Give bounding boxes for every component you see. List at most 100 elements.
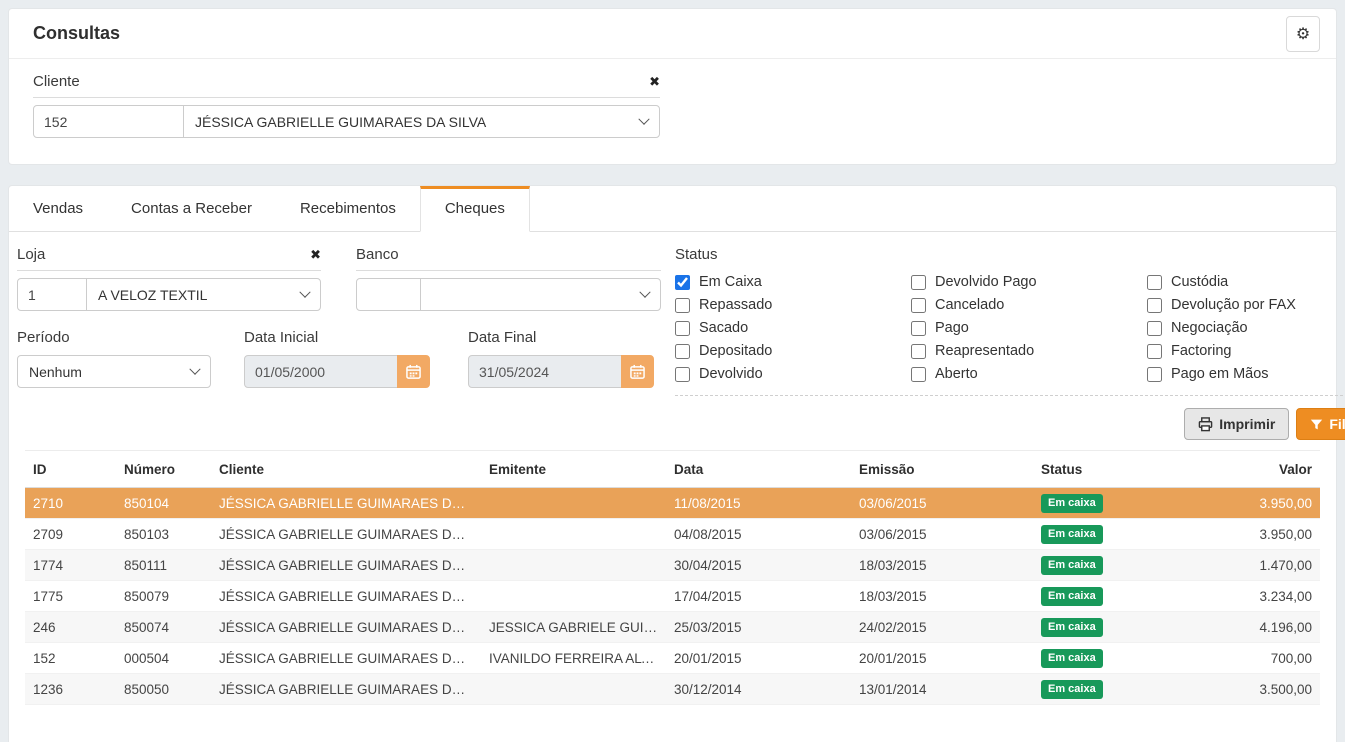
page-title: Consultas [33, 23, 120, 44]
settings-button[interactable]: ⚙ [1286, 16, 1320, 52]
status-column: Devolvido Pago Cancelado Pago Reapresent… [911, 274, 1147, 382]
status-checkbox-item[interactable]: Repassado [675, 297, 911, 313]
status-checkbox[interactable] [1147, 298, 1162, 313]
status-checkbox[interactable] [911, 321, 926, 336]
status-label: Status [675, 246, 1345, 263]
status-checkbox-item[interactable]: Aberto [911, 366, 1147, 382]
cell-emitente [481, 519, 666, 550]
status-checkbox[interactable] [675, 344, 690, 359]
loja-code-input[interactable] [17, 278, 87, 311]
status-checkbox[interactable] [1147, 321, 1162, 336]
status-checkbox-label: Devolvido Pago [935, 274, 1037, 290]
column-header-status: Status [1033, 451, 1166, 488]
data-final-calendar-button[interactable] [621, 355, 654, 388]
status-checkbox-item[interactable]: Pago [911, 320, 1147, 336]
status-checkbox-label: Aberto [935, 366, 978, 382]
status-checkbox-item[interactable]: Custódia [1147, 274, 1345, 290]
cell-emitente [481, 581, 666, 612]
cell-status: Em caixa [1033, 674, 1166, 705]
status-checkbox[interactable] [1147, 275, 1162, 290]
cell-status: Em caixa [1033, 488, 1166, 519]
loja-inputs: A VELOZ TEXTIL [17, 278, 321, 311]
tab-contas-a-receber[interactable]: Contas a Receber [107, 186, 276, 232]
status-checkbox-item[interactable]: Devolução por FAX [1147, 297, 1345, 313]
cell-emissao: 13/01/2014 [851, 674, 1033, 705]
loja-name-select[interactable]: A VELOZ TEXTIL [86, 278, 321, 311]
status-checkbox-item[interactable]: Cancelado [911, 297, 1147, 313]
panel-body: Cliente ✖ JÉSSICA GABRIELLE GUIMARAES DA… [9, 59, 1336, 164]
status-checkbox[interactable] [911, 344, 926, 359]
column-header-valor: Valor [1166, 451, 1320, 488]
banco-inputs [356, 278, 661, 311]
cheques-table: IDNúmeroClienteEmitenteDataEmissãoStatus… [25, 450, 1320, 705]
status-checkbox-label: Pago [935, 320, 969, 336]
tab-label: Vendas [33, 200, 83, 217]
cliente-name-select[interactable]: JÉSSICA GABRIELLE GUIMARAES DA SILVA [183, 105, 660, 138]
status-checkbox-label: Repassado [699, 297, 772, 313]
table-row[interactable]: 2709 850103 JÉSSICA GABRIELLE GUIMARAES … [25, 519, 1320, 550]
tab-recebimentos[interactable]: Recebimentos [276, 186, 420, 232]
data-final-label: Data Final [468, 329, 655, 346]
tab-bar: Vendas Contas a ReceberRecebimentosCheque… [9, 186, 1336, 232]
cell-emitente: IVANILDO FERREIRA ALVES FI... [481, 643, 666, 674]
data-final-input[interactable] [468, 355, 622, 388]
table-row[interactable]: 246 850074 JÉSSICA GABRIELLE GUIMARAES D… [25, 612, 1320, 643]
table-row[interactable]: 2710 850104 JÉSSICA GABRIELLE GUIMARAES … [25, 488, 1320, 519]
data-inicial-calendar-button[interactable] [397, 355, 430, 388]
status-badge: Em caixa [1041, 494, 1103, 513]
status-checkbox[interactable] [675, 321, 690, 336]
panel-header: Consultas ⚙ [9, 9, 1336, 59]
cell-data: 17/04/2015 [666, 581, 851, 612]
tab-cheques[interactable]: Cheques [420, 186, 530, 232]
tab-vendas[interactable]: Vendas [9, 186, 107, 232]
status-checkbox-item[interactable]: Pago em Mãos [1147, 366, 1345, 382]
data-inicial-input-group [244, 355, 431, 388]
banco-name-select[interactable] [420, 278, 661, 311]
column-header-número: Número [116, 451, 211, 488]
table-row[interactable]: 1775 850079 JÉSSICA GABRIELLE GUIMARAES … [25, 581, 1320, 612]
loja-group-head: Loja ✖ [17, 246, 321, 271]
status-checkbox-item[interactable]: Depositado [675, 343, 911, 359]
status-checkbox-label: Reapresentado [935, 343, 1034, 359]
status-checkbox-label: Devolvido [699, 366, 763, 382]
filter-area: Loja ✖ A VELOZ TEXTIL [17, 246, 1328, 440]
filtrar-button[interactable]: Filtrar [1296, 408, 1345, 440]
status-checkbox-item[interactable]: Em Caixa [675, 274, 911, 290]
status-checkbox[interactable] [911, 367, 926, 382]
periodo-select[interactable]: Nenhum [17, 355, 211, 388]
status-checkbox[interactable] [675, 275, 690, 290]
status-checkbox-item[interactable]: Devolvido [675, 366, 911, 382]
table-row[interactable]: 152 000504 JÉSSICA GABRIELLE GUIMARAES D… [25, 643, 1320, 674]
cell-data: 20/01/2015 [666, 643, 851, 674]
status-checkbox[interactable] [911, 298, 926, 313]
status-checkbox[interactable] [675, 298, 690, 313]
status-checkbox-item[interactable]: Reapresentado [911, 343, 1147, 359]
status-checkbox-item[interactable]: Devolvido Pago [911, 274, 1147, 290]
filter-row-1: Loja ✖ A VELOZ TEXTIL [17, 246, 661, 311]
status-checkbox-label: Sacado [699, 320, 748, 336]
status-checkbox[interactable] [1147, 367, 1162, 382]
status-checkbox[interactable] [911, 275, 926, 290]
cell-valor: 4.196,00 [1166, 612, 1320, 643]
table-row[interactable]: 1774 850111 JÉSSICA GABRIELLE GUIMARAES … [25, 550, 1320, 581]
cliente-clear-icon[interactable]: ✖ [649, 75, 660, 88]
status-checkbox[interactable] [675, 367, 690, 382]
status-checkbox[interactable] [1147, 344, 1162, 359]
data-inicial-input[interactable] [244, 355, 398, 388]
banco-code-input[interactable] [356, 278, 421, 311]
loja-clear-icon[interactable]: ✖ [310, 248, 321, 261]
status-checkbox-item[interactable]: Factoring [1147, 343, 1345, 359]
status-columns: Em Caixa Repassado Sacado Depositado Dev… [675, 274, 1345, 382]
status-column: Em Caixa Repassado Sacado Depositado Dev… [675, 274, 911, 382]
cell-cliente: JÉSSICA GABRIELLE GUIMARAES DA SILVA [211, 643, 481, 674]
cell-emitente: JESSICA GABRIELE GUIMARA... [481, 612, 666, 643]
status-badge: Em caixa [1041, 680, 1103, 699]
status-checkbox-item[interactable]: Sacado [675, 320, 911, 336]
imprimir-button[interactable]: Imprimir [1184, 408, 1289, 440]
table-row[interactable]: 1236 850050 JÉSSICA GABRIELLE GUIMARAES … [25, 674, 1320, 705]
main-panel: Vendas Contas a ReceberRecebimentosCheque… [8, 185, 1337, 742]
periodo-value: Nenhum [29, 364, 82, 380]
cliente-code-input[interactable] [33, 105, 184, 138]
status-checkbox-item[interactable]: Negociação [1147, 320, 1345, 336]
data-inicial-label: Data Inicial [244, 329, 431, 346]
